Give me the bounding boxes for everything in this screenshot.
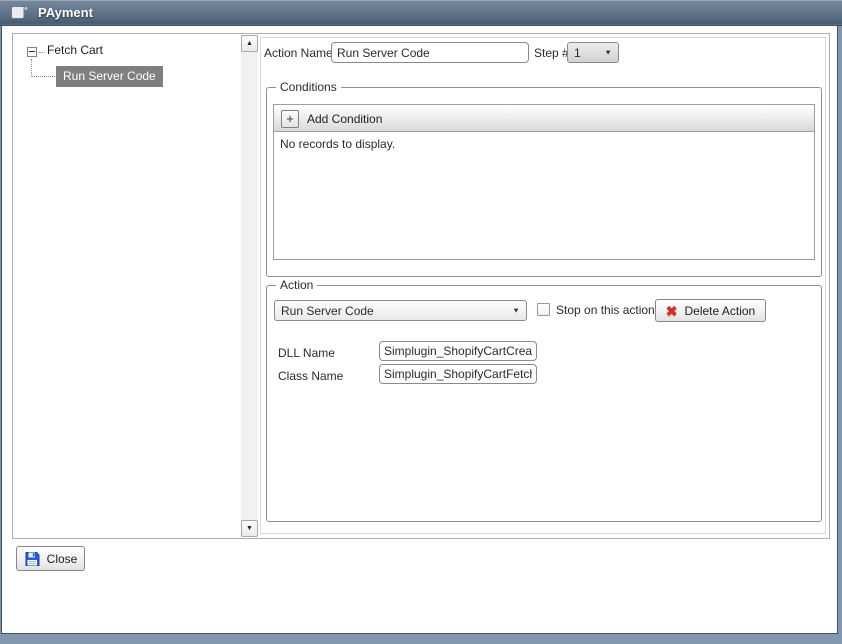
chevron-down-icon: ▼ bbox=[510, 307, 526, 315]
save-icon bbox=[24, 551, 40, 567]
stop-on-action-label: Stop on this action bbox=[556, 303, 655, 317]
stop-on-action-checkbox[interactable] bbox=[537, 303, 550, 316]
scroll-up-icon: ▲ bbox=[246, 40, 253, 47]
action-type-value: Run Server Code bbox=[281, 304, 510, 318]
close-button[interactable]: Close bbox=[16, 546, 85, 571]
add-condition-label: Add Condition bbox=[307, 112, 382, 126]
conditions-legend: Conditions bbox=[276, 80, 341, 94]
dll-name-label: DLL Name bbox=[278, 346, 335, 360]
action-groupbox: Action Run Server Code ▼ Stop on this ac… bbox=[266, 285, 822, 522]
close-button-label: Close bbox=[47, 552, 78, 566]
tree-connector bbox=[39, 52, 45, 53]
step-dropdown[interactable]: 1 ▼ bbox=[567, 42, 619, 63]
class-name-label: Class Name bbox=[278, 369, 343, 383]
tree-collapse-icon[interactable] bbox=[27, 47, 37, 57]
action-legend: Action bbox=[276, 278, 317, 292]
tree-connector bbox=[31, 59, 32, 77]
scroll-down-button[interactable]: ▼ bbox=[241, 520, 258, 537]
title-bar[interactable]: PAyment bbox=[0, 0, 842, 26]
delete-action-button[interactable]: ✖ Delete Action bbox=[655, 299, 766, 322]
payment-window: PAyment Fetch Cart Run Server Code ▲ ▼ bbox=[0, 0, 842, 644]
scroll-down-icon: ▼ bbox=[246, 525, 253, 532]
scroll-icon bbox=[8, 3, 30, 22]
main-panel: Fetch Cart Run Server Code ▲ ▼ Action Na… bbox=[12, 33, 830, 539]
plus-icon: + bbox=[281, 110, 299, 128]
delete-action-label: Delete Action bbox=[685, 304, 756, 318]
class-name-input[interactable] bbox=[379, 364, 537, 384]
tree-node-run-server-code[interactable]: Run Server Code bbox=[56, 66, 163, 87]
tree-connector bbox=[32, 76, 55, 77]
chevron-down-icon: ▼ bbox=[602, 49, 618, 57]
red-x-icon: ✖ bbox=[666, 304, 678, 318]
step-label: Step # bbox=[534, 46, 569, 60]
conditions-grid-header: + Add Condition bbox=[274, 105, 814, 132]
action-detail-panel: Action Name Step # 1 ▼ Conditions + Add … bbox=[260, 37, 826, 534]
tree-node-fetch-cart[interactable]: Fetch Cart bbox=[47, 43, 103, 57]
window-content: Fetch Cart Run Server Code ▲ ▼ Action Na… bbox=[2, 26, 837, 633]
add-condition-button[interactable]: + Add Condition bbox=[281, 109, 382, 128]
action-name-input[interactable] bbox=[331, 42, 529, 63]
conditions-grid: + Add Condition No records to display. bbox=[273, 104, 815, 260]
tree-scrollbar[interactable]: ▲ ▼ bbox=[241, 35, 258, 537]
scroll-up-button[interactable]: ▲ bbox=[241, 35, 258, 52]
window-title: PAyment bbox=[38, 5, 93, 20]
conditions-groupbox: Conditions + Add Condition No records to… bbox=[266, 87, 822, 277]
conditions-empty-text: No records to display. bbox=[274, 132, 814, 156]
action-name-label: Action Name bbox=[264, 46, 333, 60]
step-dropdown-value: 1 bbox=[574, 46, 602, 60]
dll-name-input[interactable] bbox=[379, 341, 537, 361]
action-type-dropdown[interactable]: Run Server Code ▼ bbox=[274, 300, 527, 321]
